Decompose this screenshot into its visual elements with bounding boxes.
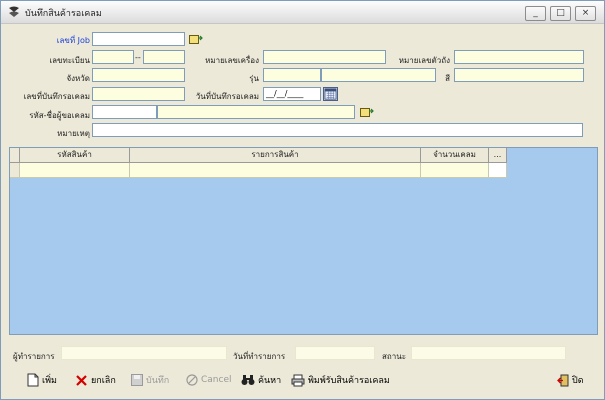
new-document-icon — [27, 373, 39, 387]
save-button[interactable]: บันทึก — [131, 371, 169, 389]
window-title: บันทึกสินค้ารอเคลม — [25, 9, 102, 19]
reg-label: เลขทะเบียน — [49, 56, 90, 65]
claim-no-input[interactable] — [92, 87, 185, 101]
remark-label: หมายเหตุ — [57, 129, 90, 138]
claimant-browse-icon[interactable] — [360, 106, 374, 118]
cancel-en-button[interactable]: Cancel — [186, 371, 232, 389]
chassis-input[interactable] — [454, 50, 584, 64]
col-header-more[interactable]: ... — [489, 148, 507, 163]
cancel-circle-icon — [186, 374, 198, 386]
exit-door-icon — [557, 374, 569, 386]
cell-code[interactable] — [20, 163, 130, 178]
job-browse-icon[interactable] — [189, 33, 203, 45]
maximize-button[interactable]: □ — [550, 6, 571, 21]
print-label: พิมพ์รับสินค้ารอเคลม — [308, 376, 390, 386]
minimize-button[interactable]: _ — [525, 6, 546, 21]
province-label: จังหวัด — [66, 74, 90, 83]
remark-input[interactable] — [92, 123, 583, 137]
cancel-th-button[interactable]: ยกเลิก — [75, 371, 116, 389]
cancel-th-label: ยกเลิก — [91, 376, 116, 386]
job-label: เลขที่ Job — [56, 36, 90, 45]
maker-label: ผู้ทำรายการ — [13, 352, 55, 361]
save-label: บันทึก — [146, 376, 170, 386]
cancel-en-label: Cancel — [201, 375, 232, 385]
color-label: สี — [445, 74, 450, 83]
print-button[interactable]: พิมพ์รับสินค้ารอเคลม — [291, 371, 390, 389]
search-label: ค้นหา — [258, 376, 282, 386]
app-icon — [9, 6, 19, 17]
reg-separator: -- — [135, 53, 141, 62]
status-input — [411, 346, 566, 360]
row-selector[interactable] — [10, 163, 20, 178]
title-bar: บันทึกสินค้ารอเคลม _ □ × — [1, 1, 604, 24]
chassis-label: หมายเลขตัวถัง — [398, 56, 450, 65]
cell-more[interactable] — [489, 163, 507, 178]
x-icon — [76, 374, 87, 386]
claimant-code-input[interactable] — [92, 105, 157, 119]
claimant-name-input[interactable] — [157, 105, 355, 119]
close-window-button[interactable]: × — [575, 6, 596, 21]
calendar-icon[interactable] — [323, 87, 338, 101]
engine-label: หมายเลขเครื่อง — [205, 56, 259, 65]
close-button[interactable]: ปิด — [557, 371, 584, 389]
grid-corner — [10, 148, 20, 163]
date-label: วันที่ทำรายการ — [233, 352, 286, 361]
maker-input — [61, 346, 227, 360]
col-header-code[interactable]: รหัสสินค้า — [20, 148, 130, 163]
claim-date-label: วันที่บันทึกรอเคลม — [195, 92, 259, 101]
date-input — [295, 346, 375, 360]
model-input-1[interactable] — [263, 68, 321, 82]
reg-input-1[interactable] — [92, 50, 134, 64]
claim-no-label: เลขที่บันทึกรอเคลม — [23, 92, 90, 101]
reg-input-2[interactable] — [143, 50, 185, 64]
printer-icon — [291, 374, 305, 386]
cell-qty[interactable] — [421, 163, 489, 178]
model-input-2[interactable] — [321, 68, 436, 82]
col-header-item[interactable]: รายการสินค้า — [130, 148, 421, 163]
claim-window: บันทึกสินค้ารอเคลม _ □ × เลขที่ Job เลขท… — [0, 0, 605, 400]
col-header-qty[interactable]: จำนวนเคลม — [421, 148, 489, 163]
claimant-label: รหัส-ชื่อผู้ขอเคลม — [29, 111, 90, 120]
engine-input[interactable] — [263, 50, 386, 64]
binoculars-icon — [241, 375, 255, 385]
add-button[interactable]: เพิ่ม — [27, 371, 57, 389]
add-label: เพิ่ม — [42, 376, 57, 386]
model-label: รุ่น — [249, 74, 259, 83]
job-input[interactable] — [92, 32, 185, 46]
color-input[interactable] — [454, 68, 584, 82]
cell-item[interactable] — [130, 163, 421, 178]
items-grid[interactable]: รหัสสินค้า รายการสินค้า จำนวนเคลม ... — [9, 147, 598, 335]
disk-icon — [131, 374, 143, 386]
claim-date-input[interactable]: __/__/____ — [263, 87, 321, 101]
status-label: สถานะ — [382, 352, 406, 361]
search-button[interactable]: ค้นหา — [241, 371, 281, 389]
close-label: ปิด — [572, 376, 584, 386]
province-input[interactable] — [92, 68, 185, 82]
